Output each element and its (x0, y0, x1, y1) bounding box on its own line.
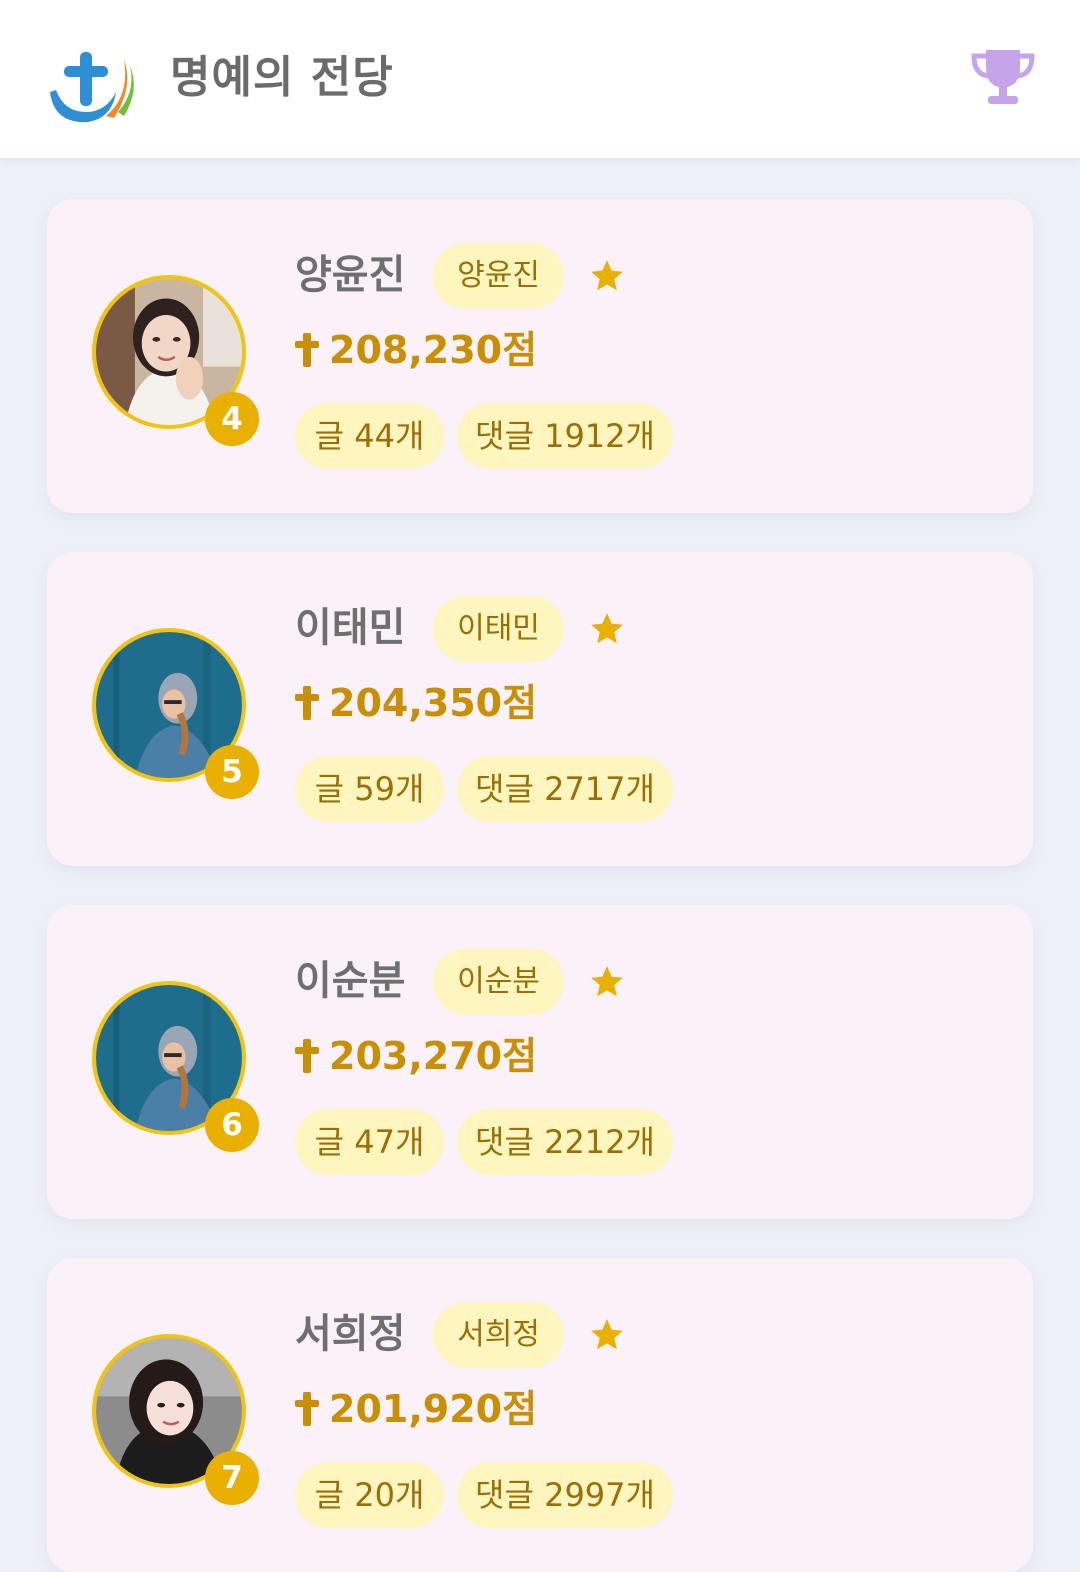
score-value: 201,920점 (329, 1387, 538, 1431)
star-icon (591, 966, 623, 997)
avatar-wrap: 5 (92, 628, 259, 799)
cross-logo-icon[interactable] (44, 46, 136, 126)
score-row: 203,270점 (295, 1029, 537, 1083)
star-icon (591, 1319, 623, 1350)
ranking-card[interactable]: 4 양윤진 양윤진 208,230점 글 44개 댓글 1912개 (47, 199, 1033, 513)
posts-count-badge: 글 59개 (295, 756, 444, 822)
rank-badge: 4 (205, 392, 259, 446)
user-name: 서희정 (295, 1311, 406, 1357)
posts-count-badge: 글 44개 (295, 403, 444, 469)
cross-icon (295, 1039, 319, 1073)
user-name: 이태민 (295, 605, 406, 651)
rank-badge: 5 (205, 745, 259, 799)
posts-count-badge: 글 20개 (295, 1462, 444, 1528)
user-name: 이순분 (295, 958, 406, 1004)
score-value: 204,350점 (329, 681, 538, 725)
score-row: 208,230점 (295, 323, 537, 377)
avatar-wrap: 7 (92, 1334, 259, 1505)
score-row: 201,920점 (295, 1382, 537, 1436)
nickname-badge: 이태민 (433, 596, 564, 662)
rank-badge: 6 (205, 1098, 259, 1152)
ranking-card[interactable]: 7 서희정 서희정 201,920점 글 20개 댓글 2997개 (47, 1258, 1033, 1572)
ranking-card[interactable]: 6 이순분 이순분 203,270점 글 47개 댓글 2212개 (47, 905, 1033, 1219)
avatar-wrap: 6 (92, 981, 259, 1152)
nickname-badge: 이순분 (433, 949, 564, 1015)
user-name: 양윤진 (295, 252, 406, 298)
rank-badge: 7 (205, 1451, 259, 1505)
cross-icon (295, 1392, 319, 1426)
app-header: 명예의 전당 (0, 0, 1080, 160)
page-title: 명예의 전당 (170, 52, 394, 103)
trophy-icon[interactable] (970, 46, 1036, 108)
avatar-wrap: 4 (92, 275, 259, 446)
score-value: 203,270점 (329, 1034, 538, 1078)
cross-icon (295, 686, 319, 720)
comments-count-badge: 댓글 2997개 (457, 1462, 673, 1528)
nickname-badge: 양윤진 (433, 243, 564, 309)
cross-icon (295, 333, 319, 367)
comments-count-badge: 댓글 2717개 (457, 756, 673, 822)
star-icon (591, 613, 623, 644)
score-value: 208,230점 (329, 328, 538, 372)
ranking-card[interactable]: 5 이태민 이태민 204,350점 글 59개 댓글 2717개 (47, 552, 1033, 866)
posts-count-badge: 글 47개 (295, 1109, 444, 1175)
star-icon (591, 260, 623, 291)
nickname-badge: 서희정 (433, 1302, 564, 1368)
ranking-list: 4 양윤진 양윤진 208,230점 글 44개 댓글 1912개 5 이태민 … (0, 0, 1080, 1572)
comments-count-badge: 댓글 2212개 (457, 1109, 673, 1175)
comments-count-badge: 댓글 1912개 (457, 403, 673, 469)
score-row: 204,350점 (295, 676, 537, 730)
